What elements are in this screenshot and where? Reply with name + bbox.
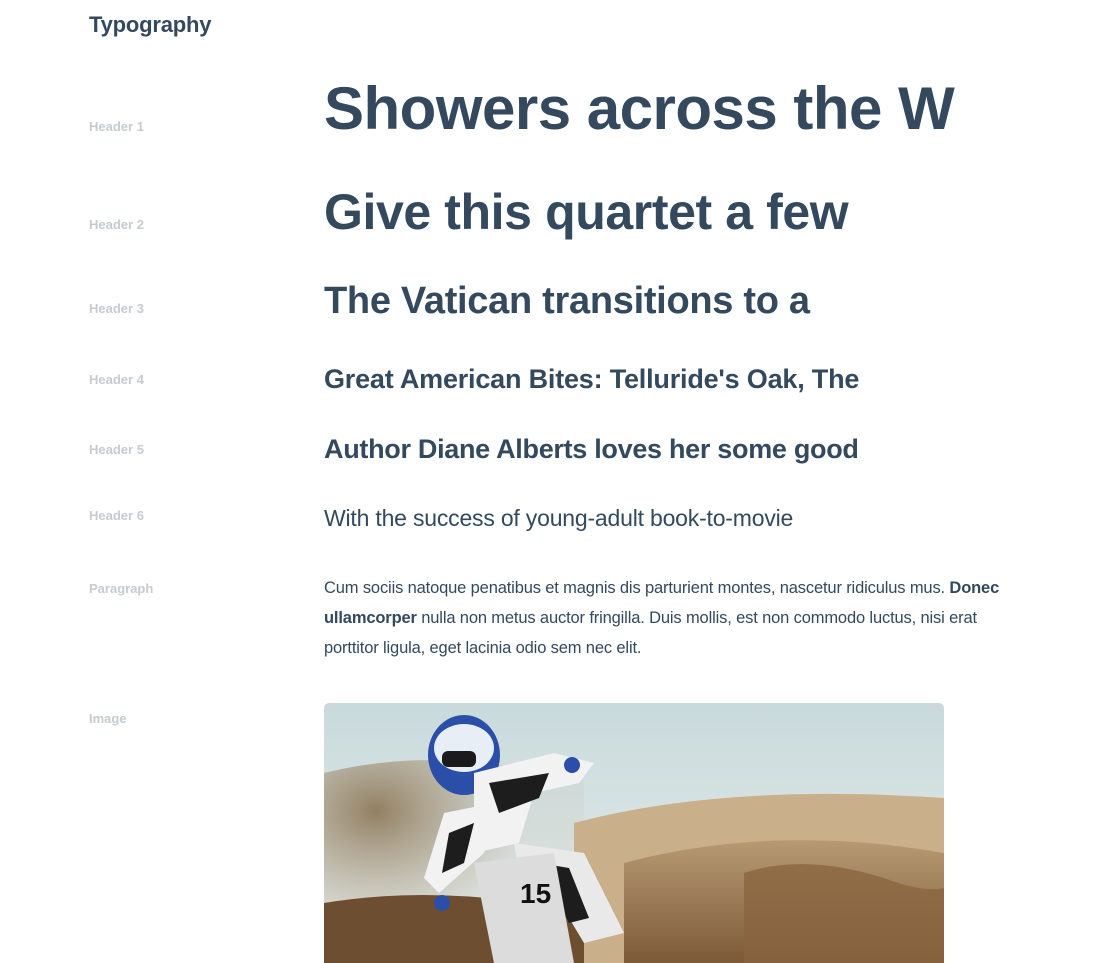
sample-header-3: The Vatican transitions to a	[324, 280, 810, 322]
sample-image: 15	[324, 703, 944, 963]
sample-paragraph: Cum sociis natoque penatibus et magnis d…	[324, 573, 1024, 663]
label-image: Image	[89, 711, 127, 726]
label-header-5: Header 5	[89, 442, 144, 457]
paragraph-text-end: nulla non metus auctor fringilla. Duis m…	[324, 609, 977, 657]
motocross-photo: 15	[324, 703, 944, 963]
label-paragraph: Paragraph	[89, 581, 154, 596]
sample-header-4: Great American Bites: Telluride's Oak, T…	[324, 364, 860, 394]
sample-header-2: Give this quartet a few	[324, 184, 849, 240]
label-header-1: Header 1	[89, 119, 144, 134]
sample-header-6: With the success of young-adult book-to-…	[324, 505, 794, 531]
label-header-3: Header 3	[89, 301, 144, 316]
page-title: Typography	[89, 12, 212, 37]
label-header-4: Header 4	[89, 372, 144, 387]
label-header-6: Header 6	[89, 508, 144, 523]
label-header-2: Header 2	[89, 217, 144, 232]
paragraph-text-start: Cum sociis natoque penatibus et magnis d…	[324, 579, 945, 597]
svg-text:15: 15	[520, 878, 551, 909]
sample-header-1: Showers across the W	[324, 75, 955, 142]
sample-header-5: Author Diane Alberts loves her some good	[324, 434, 859, 464]
